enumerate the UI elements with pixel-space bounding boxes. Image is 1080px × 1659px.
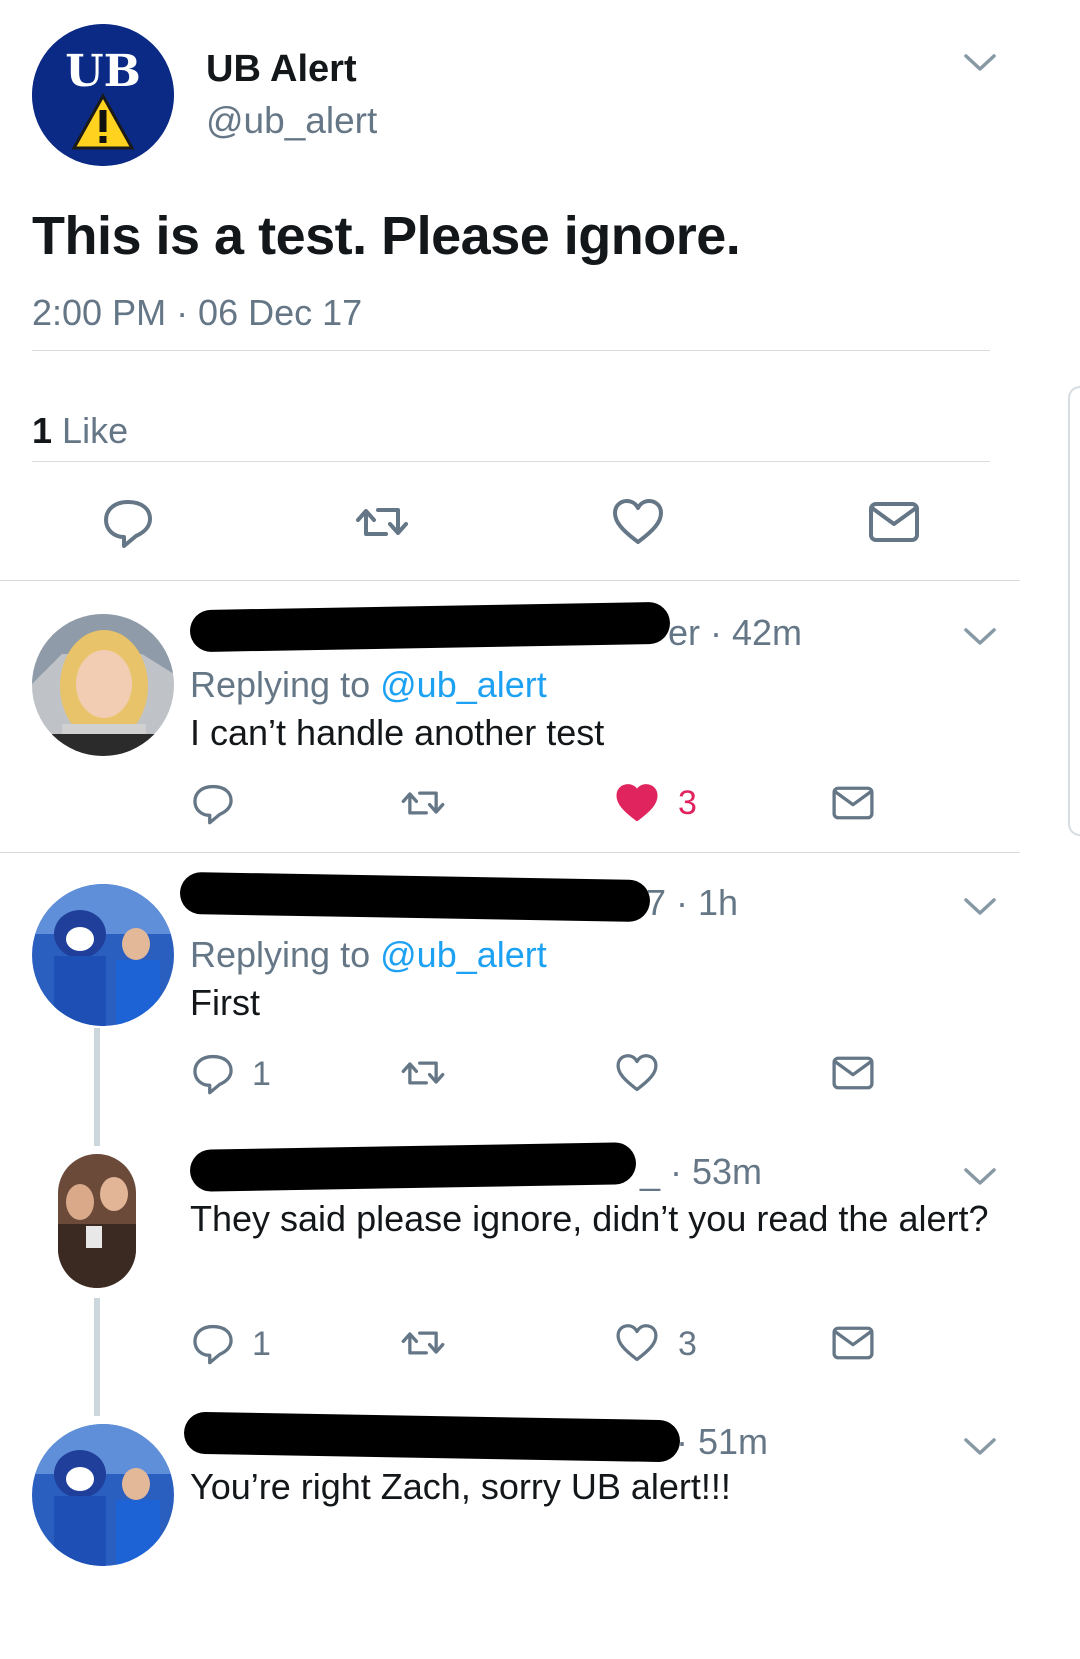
reply-count: 1 [252, 1325, 271, 1363]
divider [0, 580, 1020, 581]
reply-icon[interactable] [190, 780, 236, 826]
user-photo [58, 1154, 136, 1288]
like-count: 3 [678, 784, 697, 822]
reply-text: They said please ignore, didn’t you read… [190, 1198, 989, 1239]
retweet-icon[interactable] [400, 780, 446, 826]
replying-handle-link[interactable]: @ub_alert [380, 664, 547, 705]
chevron-down-icon[interactable] [962, 894, 998, 918]
user-photo [32, 1424, 174, 1566]
author-handle[interactable]: @ub_alert [206, 100, 377, 142]
user-photo [32, 614, 174, 756]
redacted-name [189, 601, 671, 653]
replying-prefix: Replying to [190, 934, 371, 975]
avatar[interactable] [58, 1154, 136, 1288]
redacted-name [179, 871, 651, 923]
reply-meta: · 51m [676, 1421, 769, 1462]
reply-icon[interactable] [190, 1320, 236, 1366]
ub-alert-logo-icon: UB [32, 24, 174, 166]
envelope-icon[interactable] [866, 494, 922, 550]
like-label: Like [62, 410, 129, 451]
avatar[interactable] [32, 614, 174, 756]
reply-count: 1 [252, 1055, 271, 1093]
avatar[interactable] [32, 884, 174, 1026]
tweet-timestamp[interactable]: 2:00 PM · 06 Dec 17 [32, 292, 362, 334]
avatar[interactable] [32, 1424, 174, 1566]
heart-icon[interactable] [614, 1050, 660, 1096]
replying-handle-link[interactable]: @ub_alert [380, 934, 547, 975]
envelope-icon[interactable] [830, 1320, 876, 1366]
reply-icon[interactable] [190, 1050, 236, 1096]
user-photo [32, 884, 174, 1026]
replying-to: Replying to @ub_alert [190, 934, 547, 976]
chevron-down-icon[interactable] [962, 1434, 998, 1458]
reply-text: First [190, 982, 260, 1023]
replying-to: Replying to @ub_alert [190, 664, 547, 706]
heart-icon-liked[interactable] [614, 780, 660, 826]
divider [0, 852, 1020, 853]
author-name[interactable]: UB Alert [206, 48, 357, 91]
scrollbar[interactable] [1068, 386, 1080, 836]
reply-text: You’re right Zach, sorry UB alert!!! [190, 1466, 731, 1507]
chevron-down-icon[interactable] [962, 1164, 998, 1188]
chevron-down-icon[interactable] [962, 624, 998, 648]
chevron-down-icon[interactable] [962, 50, 998, 74]
like-count: 3 [678, 1325, 697, 1363]
reply-meta: er · 42m [668, 612, 803, 653]
ub-alert-avatar[interactable]: UB [32, 24, 174, 166]
envelope-icon[interactable] [830, 1050, 876, 1096]
envelope-icon[interactable] [830, 780, 876, 826]
reply-meta: _ · 53m [640, 1151, 763, 1192]
divider [32, 350, 990, 351]
like-count: 1 [32, 410, 53, 451]
thread-line [94, 1028, 100, 1146]
redacted-name [189, 1142, 637, 1192]
svg-text:UB: UB [65, 46, 141, 97]
redacted-name [183, 1411, 681, 1463]
tweet-text: This is a test. Please ignore. [32, 206, 741, 266]
retweet-icon[interactable] [400, 1320, 446, 1366]
reply-text: I can’t handle another test [190, 712, 605, 753]
reply-icon[interactable] [100, 494, 156, 550]
like-count-line[interactable]: 1 Like [32, 410, 128, 452]
divider [32, 461, 990, 462]
retweet-icon[interactable] [400, 1050, 446, 1096]
replying-prefix: Replying to [190, 664, 371, 705]
reply-meta: 7 · 1h [646, 882, 739, 923]
retweet-icon[interactable] [354, 494, 410, 550]
heart-icon[interactable] [610, 494, 666, 550]
heart-icon[interactable] [614, 1320, 660, 1366]
thread-line [94, 1298, 100, 1416]
